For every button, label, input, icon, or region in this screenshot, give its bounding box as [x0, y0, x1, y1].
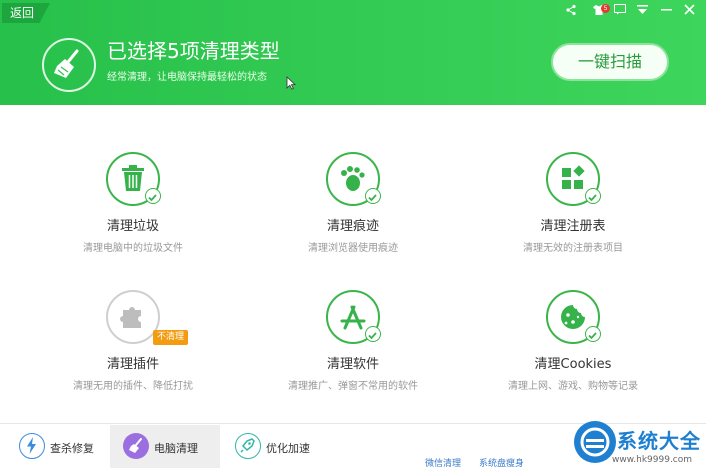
broom-icon	[42, 38, 96, 92]
tab-label: 电脑清理	[154, 442, 198, 455]
item-title: 清理插件	[106, 357, 159, 372]
item-description: 清理电脑中的垃圾文件	[83, 243, 183, 254]
rocket-icon	[235, 433, 261, 459]
broom-icon	[123, 433, 149, 459]
menu-icon[interactable]	[637, 4, 648, 19]
item-description: 清理推广、弹窗不常用的软件	[288, 381, 418, 392]
watermark-url: www.hk9999.com	[612, 455, 693, 465]
mouse-cursor-icon	[286, 75, 297, 94]
watermark-text: 系统大全	[617, 429, 701, 453]
item-title: 清理软件	[326, 357, 379, 372]
not-cleaned-tag: 不清理	[153, 330, 189, 345]
clean-registry-item[interactable]: 清理注册表 清理无效的注册表项目	[473, 152, 673, 272]
close-icon[interactable]	[684, 4, 695, 19]
item-description: 清理无效的注册表项目	[523, 243, 623, 254]
share-icon[interactable]	[565, 4, 577, 20]
selected-check-icon	[365, 188, 381, 204]
clean-plugins-item[interactable]: 不清理 清理插件 清理无用的插件、降低打扰	[33, 290, 233, 410]
selected-check-icon	[145, 188, 161, 204]
page-subtitle: 经常清理，让电脑保持最轻松的状态	[107, 72, 267, 83]
page-title: 已选择5项清理类型	[107, 39, 280, 63]
watermark-logo-icon	[574, 421, 616, 463]
clean-cookies-item[interactable]: 清理Cookies 清理上网、游戏、购物等记录	[473, 290, 673, 410]
minimize-icon[interactable]	[661, 4, 672, 19]
tab-label: 查杀修复	[50, 442, 94, 455]
item-title: 清理垃圾	[106, 219, 159, 234]
tab-optimize[interactable]: 优化加速	[222, 425, 332, 468]
selected-check-icon	[365, 326, 381, 342]
item-title: 清理痕迹	[326, 219, 379, 234]
tab-virus-repair[interactable]: 查杀修复	[6, 425, 116, 468]
notification-badge: 5	[601, 4, 610, 13]
item-description: 清理无用的插件、降低打扰	[73, 381, 193, 392]
puzzle-icon	[106, 290, 160, 344]
lightning-icon	[19, 433, 45, 459]
wechat-cleanup-link[interactable]: 微信清理	[425, 456, 461, 469]
clean-traces-item[interactable]: 清理痕迹 清理浏览器使用痕迹	[253, 152, 453, 272]
message-icon[interactable]	[614, 4, 626, 19]
one-click-scan-button[interactable]: 一键扫描	[551, 43, 669, 81]
item-description: 清理上网、游戏、购物等记录	[508, 381, 638, 392]
item-description: 清理浏览器使用痕迹	[308, 243, 398, 254]
tab-pc-cleanup[interactable]: 电脑清理	[110, 425, 220, 468]
clean-junk-item[interactable]: 清理垃圾 清理电脑中的垃圾文件	[33, 152, 233, 272]
tab-label: 优化加速	[266, 442, 310, 455]
selected-check-icon	[585, 188, 601, 204]
selected-check-icon	[585, 326, 601, 342]
clean-software-item[interactable]: 清理软件 清理推广、弹窗不常用的软件	[253, 290, 453, 410]
system-disk-slim-link[interactable]: 系统盘瘦身	[479, 456, 524, 469]
item-title: 清理注册表	[540, 219, 606, 234]
item-title: 清理Cookies	[534, 357, 612, 372]
